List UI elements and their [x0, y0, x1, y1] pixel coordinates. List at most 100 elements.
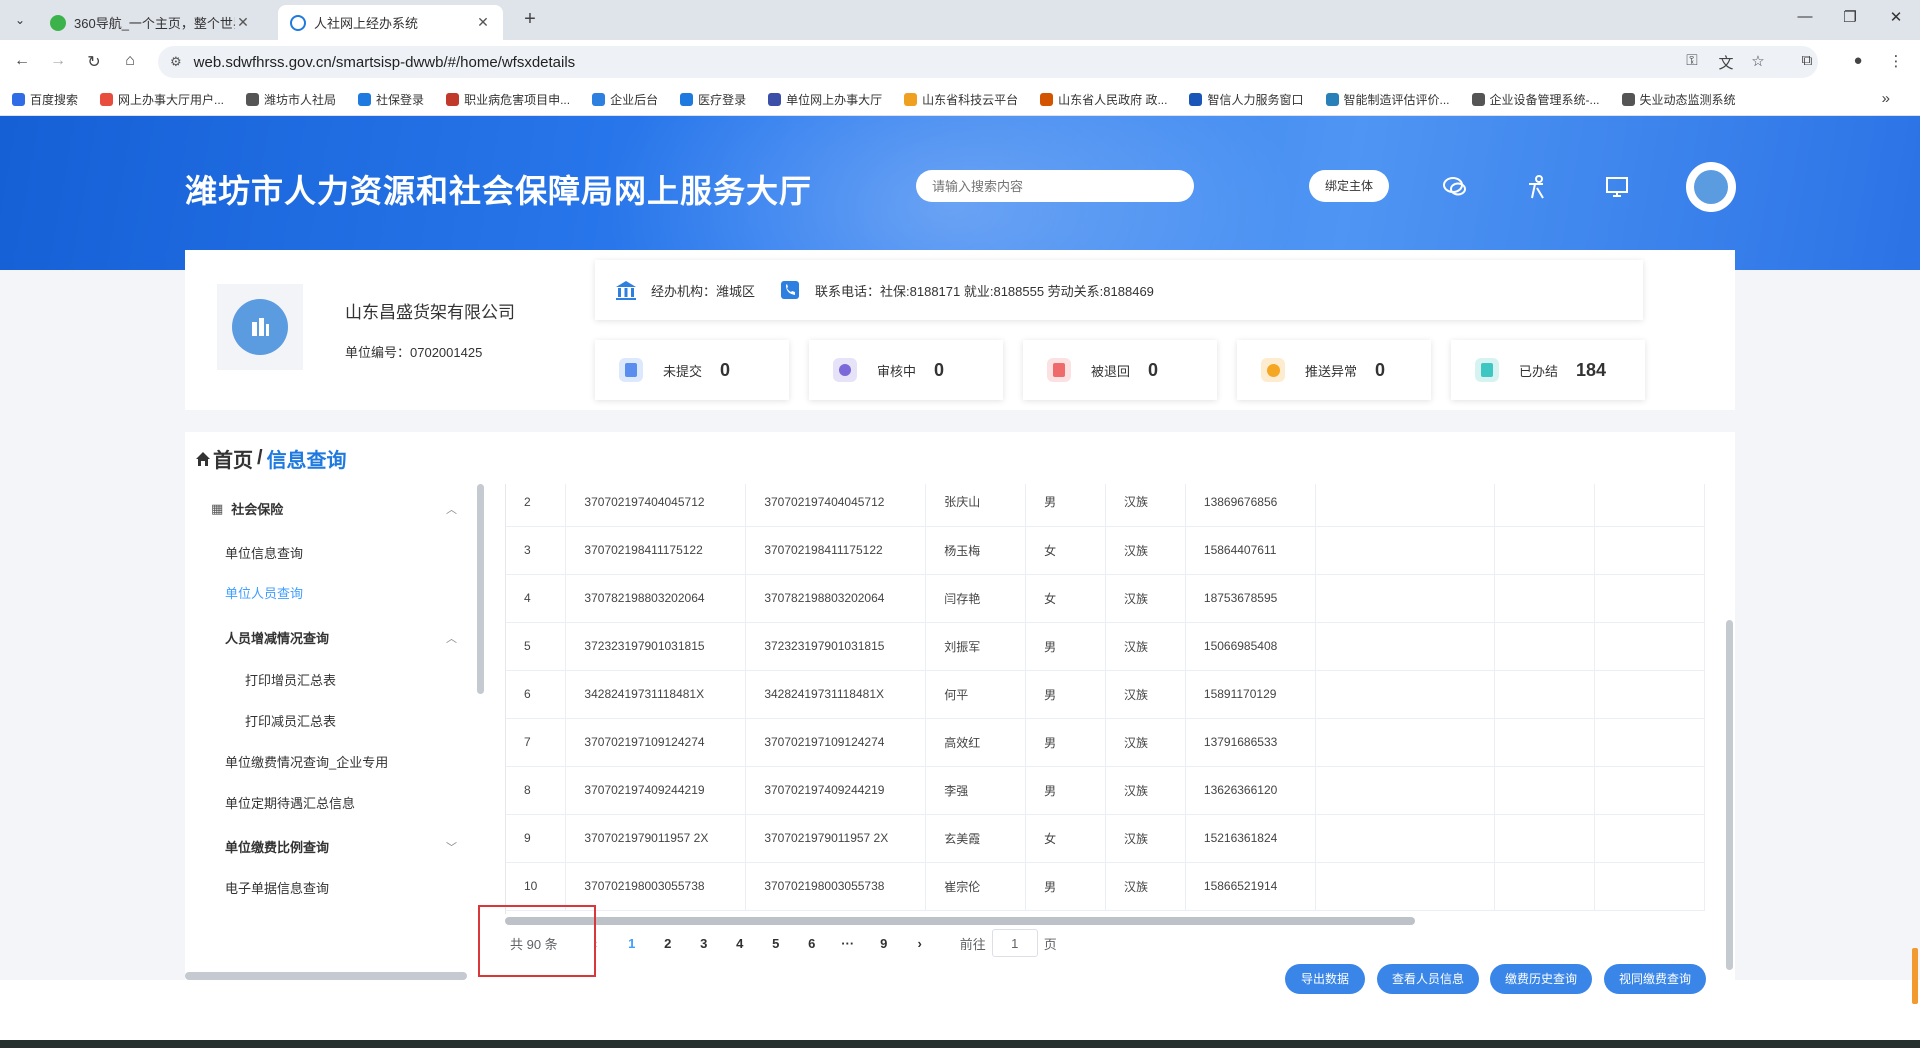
payment-history-button[interactable]: 缴费历史查询	[1490, 964, 1592, 994]
page-number[interactable]: 1	[614, 936, 650, 951]
sidebar-item[interactable]: 单位信息查询	[225, 543, 303, 562]
translate-icon[interactable]: 文	[1716, 52, 1736, 73]
table-row[interactable]: 9 3707021979011957 2X 3707021979011957 2X 玄…	[506, 814, 1705, 863]
table-row[interactable]: 7 370702197109124274 370702197109124274 高效红…	[506, 718, 1705, 767]
tab-list-chevron-icon[interactable]: ⌄	[10, 10, 30, 30]
page-number[interactable]: 4	[722, 936, 758, 951]
table-cell: 370782198803202064	[745, 574, 927, 623]
bookmark-item[interactable]: 失业动态监测系统	[1621, 91, 1736, 108]
search-input[interactable]	[916, 170, 1194, 202]
table-cell	[1594, 574, 1705, 623]
table-row[interactable]: 10 370702198003055738 370702198003055738 崔宗…	[506, 862, 1705, 911]
table-cell: 汉族	[1105, 766, 1186, 815]
bookmark-item[interactable]: 职业病危害项目申...	[446, 91, 570, 108]
chevron-up-icon[interactable]: ︿	[446, 501, 457, 517]
pagination-goto: 前往 页	[960, 929, 1057, 957]
tab-close-icon[interactable]: ✕	[235, 14, 251, 31]
bookmark-item[interactable]: 百度搜索	[12, 91, 78, 108]
sidebar-item[interactable]: 单位定期待遇汇总信息	[225, 793, 355, 812]
table-row[interactable]: 2 370702197404045712 370702197404045712 张庆山…	[506, 484, 1705, 527]
table-row[interactable]: 3 370702198411175122 370702198411175122 杨玉梅…	[506, 526, 1705, 575]
home-icon[interactable]: ⌂	[120, 52, 140, 70]
bookmark-item[interactable]: 山东省科技云平台	[904, 91, 1018, 108]
next-page-chevron-icon[interactable]: ›	[902, 936, 938, 951]
sidebar-item[interactable]: 打印减员汇总表	[245, 711, 336, 730]
stat-label: 未提交	[663, 363, 703, 379]
sidebar-item[interactable]: 单位缴费情况查询_企业专用	[225, 752, 388, 771]
reload-icon[interactable]: ↻	[84, 52, 104, 72]
stat-completed[interactable]: 已办结 184	[1451, 340, 1645, 400]
profile-icon[interactable]: ●	[1848, 52, 1868, 69]
password-key-icon[interactable]: ⚿	[1682, 52, 1702, 69]
stat-returned[interactable]: 被退回 0	[1023, 340, 1217, 400]
table-cell: 汉族	[1105, 718, 1186, 767]
page-number[interactable]: 2	[650, 936, 686, 951]
sidebar-item[interactable]: 电子单据信息查询	[225, 878, 329, 897]
contact-info-bar: 经办机构：潍城区 联系电话：社保:8188171 就业:8188555 劳动关系…	[595, 260, 1643, 320]
page-number[interactable]: 3	[686, 936, 722, 951]
deemed-payment-button[interactable]: 视同缴费查询	[1604, 964, 1706, 994]
close-window-icon[interactable]: ✕	[1886, 8, 1906, 26]
bookmark-item[interactable]: 智能制造评估评价...	[1325, 91, 1450, 108]
forward-icon[interactable]: →	[48, 52, 68, 70]
bookmark-item[interactable]: 单位网上办事大厅	[768, 91, 882, 108]
page-number[interactable]: 6	[794, 936, 830, 951]
sidebar-item[interactable]: 单位人员查询	[225, 583, 303, 602]
site-info-icon[interactable]: ⚙	[170, 54, 182, 70]
accessibility-icon[interactable]	[1523, 174, 1549, 200]
sidebar-item[interactable]: 单位缴费比例查询	[225, 837, 329, 856]
table-row[interactable]: 4 370782198803202064 370782198803202064 闫存艳…	[506, 574, 1705, 623]
page-ellipsis[interactable]: ···	[830, 936, 866, 951]
stat-not-submitted[interactable]: 未提交 0	[595, 340, 789, 400]
export-data-button[interactable]: 导出数据	[1285, 964, 1365, 994]
user-avatar[interactable]	[1686, 162, 1736, 212]
page-number[interactable]: 5	[758, 936, 794, 951]
url-field[interactable]: ⚙ web.sdwfhrss.gov.cn/smartsisp-dwwb/#/h…	[158, 46, 1818, 78]
sidebar-item[interactable]: ▦ 社会保险	[211, 499, 283, 518]
sidebar-item[interactable]: 打印增员汇总表	[245, 670, 336, 689]
goto-page-input[interactable]	[991, 929, 1038, 957]
browser-tab-rensha[interactable]: 人社网上经办系统 ✕	[278, 5, 503, 40]
restore-icon[interactable]: ❐	[1840, 8, 1860, 26]
bookmark-item[interactable]: 智信人力服务窗口	[1189, 91, 1304, 108]
stat-push-error[interactable]: 推送异常 0	[1237, 340, 1431, 400]
tab-close-icon[interactable]: ✕	[475, 14, 491, 31]
home-icon[interactable]	[195, 451, 211, 467]
new-tab-plus-icon[interactable]: +	[520, 8, 540, 31]
menu-dots-icon[interactable]: ⋮	[1886, 52, 1906, 70]
table-row[interactable]: 5 372323197901031815 372323197901031815 刘振军…	[506, 622, 1705, 671]
extensions-icon[interactable]: ⧉	[1797, 52, 1817, 69]
table-vertical-scrollbar[interactable]	[1726, 620, 1733, 970]
stat-reviewing[interactable]: 审核中 0	[809, 340, 1003, 400]
bookmarks-overflow-icon[interactable]: »	[1882, 90, 1890, 107]
bookmark-item[interactable]: 山东省人民政府 政...	[1040, 91, 1167, 108]
wechat-icon[interactable]	[1442, 174, 1468, 200]
bookmark-item[interactable]: 网上办事大厅用户...	[100, 91, 224, 108]
bookmark-star-icon[interactable]: ☆	[1748, 52, 1768, 70]
table-horizontal-scrollbar[interactable]	[505, 917, 1415, 925]
chevron-up-icon[interactable]: ︿	[446, 630, 457, 646]
bookmark-item[interactable]: 医疗登录	[680, 91, 746, 108]
minimize-icon[interactable]: —	[1795, 8, 1815, 25]
view-person-info-button[interactable]: 查看人员信息	[1377, 964, 1479, 994]
stat-label: 已办结	[1519, 363, 1559, 379]
bookmark-item[interactable]: 企业后台	[592, 91, 658, 108]
table-row[interactable]: 8 370702197409244219 370702197409244219 李强男…	[506, 766, 1705, 815]
chevron-down-icon[interactable]: ﹀	[446, 839, 457, 855]
sidebar-horizontal-scrollbar[interactable]	[185, 972, 467, 980]
monitor-icon[interactable]	[1604, 174, 1630, 200]
browser-tab-360[interactable]: 360导航_一个主页，整个世界 ✕	[38, 5, 263, 40]
bookmark-item[interactable]: 社保登录	[358, 91, 424, 108]
bookmark-label: 潍坊市人社局	[264, 93, 337, 107]
bookmark-item[interactable]: 潍坊市人社局	[246, 91, 336, 108]
bind-entity-button[interactable]: 绑定主体	[1309, 170, 1389, 202]
bookmark-item[interactable]: 企业设备管理系统-...	[1471, 91, 1600, 108]
sidebar-scrollbar[interactable]	[477, 484, 484, 694]
back-icon[interactable]: ←	[12, 52, 32, 70]
bookmark-favicon-icon	[680, 93, 694, 106]
side-float-tab[interactable]	[1912, 948, 1918, 1004]
sidebar-item[interactable]: 人员增减情况查询	[225, 628, 329, 647]
breadcrumb-home[interactable]: 首页	[213, 444, 253, 473]
page-number[interactable]: 9	[866, 936, 902, 951]
table-row[interactable]: 6 34282419731118481X 34282419731118481X 何平男…	[506, 670, 1705, 719]
